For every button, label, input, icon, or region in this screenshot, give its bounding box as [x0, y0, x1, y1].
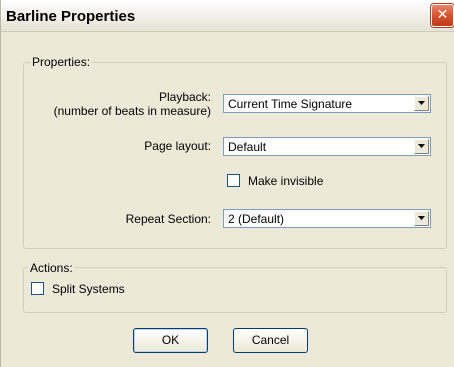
cancel-button[interactable]: Cancel — [233, 328, 308, 353]
make-invisible-checkbox[interactable] — [227, 174, 240, 187]
split-systems-checkbox[interactable] — [31, 282, 44, 295]
properties-legend: Properties: — [30, 55, 93, 69]
close-button[interactable]: ✕ — [431, 4, 454, 27]
playback-label: Playback: — [158, 90, 211, 104]
chevron-down-icon — [418, 101, 425, 105]
properties-group: Properties: Playback: (number of beats i… — [23, 55, 447, 249]
barline-properties-dialog: Barline Properties ✕ Properties: Playbac… — [0, 0, 454, 367]
actions-group: Actions: Split Systems — [23, 261, 447, 313]
page-layout-dropdown-button[interactable] — [414, 139, 429, 154]
dialog-title: Barline Properties — [6, 8, 136, 25]
page-layout-select[interactable]: Default — [223, 137, 431, 156]
playback-sublabel: (number of beats in measure) — [53, 104, 211, 118]
playback-select[interactable]: Current Time Signature — [223, 94, 431, 113]
repeat-section-dropdown-button[interactable] — [414, 211, 429, 226]
repeat-section-value: 2 (Default) — [228, 212, 285, 226]
page-layout-value: Default — [228, 140, 267, 154]
make-invisible-label[interactable]: Make invisible — [248, 174, 323, 188]
repeat-section-select[interactable]: 2 (Default) — [223, 209, 431, 228]
playback-value: Current Time Signature — [228, 97, 353, 111]
close-icon: ✕ — [436, 7, 449, 23]
chevron-down-icon — [418, 216, 425, 220]
ok-button[interactable]: OK — [133, 328, 208, 353]
actions-legend: Actions: — [28, 261, 75, 275]
page-layout-label: Page layout: — [144, 139, 211, 153]
split-systems-label[interactable]: Split Systems — [52, 282, 125, 296]
playback-dropdown-button[interactable] — [414, 96, 429, 111]
chevron-down-icon — [418, 144, 425, 148]
repeat-section-label: Repeat Section: — [125, 212, 211, 226]
title-bar[interactable]: Barline Properties ✕ — [1, 0, 454, 32]
